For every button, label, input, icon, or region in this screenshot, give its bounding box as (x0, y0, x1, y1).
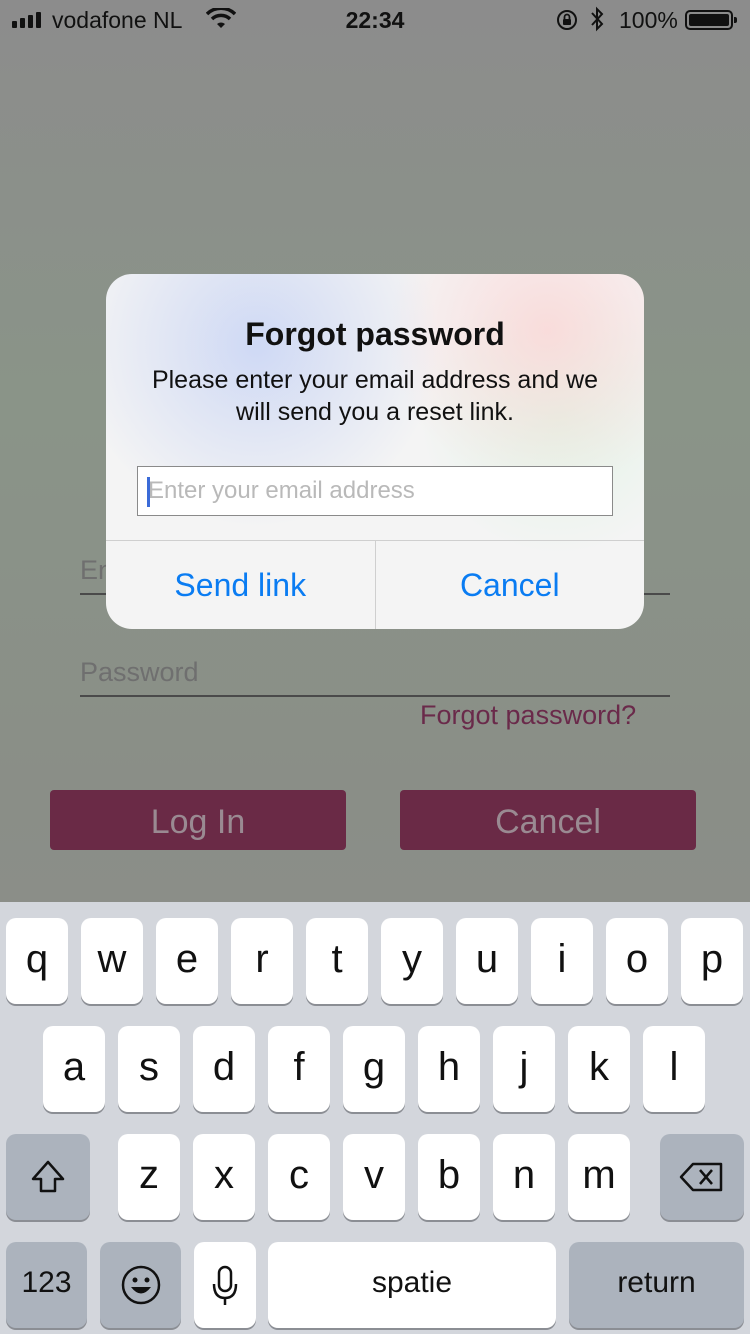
key-b[interactable]: b (418, 1134, 480, 1220)
password-field-placeholder: Password (80, 657, 199, 687)
dialog-message: Please enter your email address and we w… (151, 366, 599, 426)
key-w[interactable]: w (81, 918, 143, 1004)
shift-key[interactable] (6, 1134, 90, 1220)
key-y[interactable]: y (381, 918, 443, 1004)
forgot-password-dialog: Forgot password Please enter your email … (106, 274, 644, 629)
microphone-icon (212, 1265, 238, 1305)
status-bar: vodafone NL 22:34 100% (0, 0, 750, 40)
dialog-cancel-button[interactable]: Cancel (376, 541, 645, 629)
key-v[interactable]: v (343, 1134, 405, 1220)
key-f[interactable]: f (268, 1026, 330, 1112)
orientation-lock-icon (555, 8, 579, 38)
numbers-key[interactable]: 123 (6, 1242, 87, 1328)
key-r[interactable]: r (231, 918, 293, 1004)
key-n[interactable]: n (493, 1134, 555, 1220)
key-p[interactable]: p (681, 918, 743, 1004)
forgot-password-link[interactable]: Forgot password? (420, 700, 636, 731)
key-k[interactable]: k (568, 1026, 630, 1112)
emoji-key[interactable] (100, 1242, 181, 1328)
email-input[interactable] (138, 467, 612, 515)
key-x[interactable]: x (193, 1134, 255, 1220)
bluetooth-icon (590, 6, 604, 38)
send-link-button[interactable]: Send link (106, 541, 376, 629)
dialog-actions: Send link Cancel (106, 540, 644, 629)
key-a[interactable]: a (43, 1026, 105, 1112)
shift-icon (31, 1160, 65, 1193)
dialog-title: Forgot password (245, 316, 505, 352)
login-button[interactable]: Log In (50, 790, 346, 850)
key-h[interactable]: h (418, 1026, 480, 1112)
key-c[interactable]: c (268, 1134, 330, 1220)
key-g[interactable]: g (343, 1026, 405, 1112)
cancel-login-button[interactable]: Cancel (400, 790, 696, 850)
keyboard: q w e r t y u i o p a s d f g h j k l z … (0, 902, 750, 1334)
key-m[interactable]: m (568, 1134, 630, 1220)
backspace-key[interactable] (660, 1134, 744, 1220)
emoji-icon (121, 1265, 160, 1305)
key-s[interactable]: s (118, 1026, 180, 1112)
backspace-icon (679, 1162, 723, 1192)
key-j[interactable]: j (493, 1026, 555, 1112)
return-key[interactable]: return (569, 1242, 744, 1328)
key-d[interactable]: d (193, 1026, 255, 1112)
key-i[interactable]: i (531, 918, 593, 1004)
password-field[interactable]: Password (80, 645, 670, 697)
key-e[interactable]: e (156, 918, 218, 1004)
battery-percent: 100% (619, 7, 678, 33)
email-input-box (137, 466, 613, 516)
battery-icon (685, 10, 737, 30)
dictation-key[interactable] (194, 1242, 256, 1328)
key-l[interactable]: l (643, 1026, 705, 1112)
space-key[interactable]: spatie (268, 1242, 556, 1328)
key-t[interactable]: t (306, 918, 368, 1004)
text-cursor (147, 477, 150, 507)
key-q[interactable]: q (6, 918, 68, 1004)
key-u[interactable]: u (456, 918, 518, 1004)
key-o[interactable]: o (606, 918, 668, 1004)
key-z[interactable]: z (118, 1134, 180, 1220)
